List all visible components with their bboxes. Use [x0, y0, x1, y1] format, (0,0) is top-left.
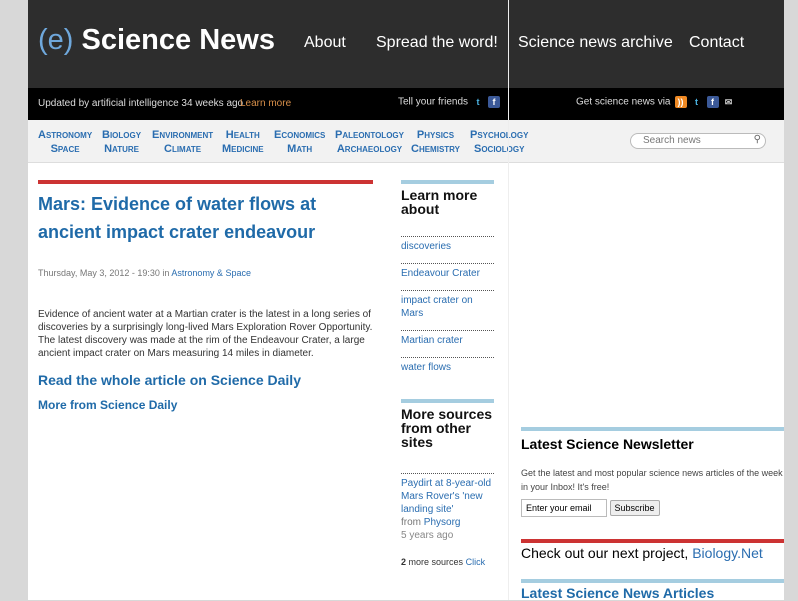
category-link[interactable]: Health: [222, 128, 264, 142]
logo[interactable]: (e) Science News: [38, 24, 275, 57]
category-link[interactable]: Sociology: [470, 142, 528, 156]
right-column: Latest Science Newsletter Get the latest…: [521, 427, 784, 601]
nav-archive[interactable]: Science news archive: [518, 34, 673, 52]
latest-articles-heading[interactable]: Latest Science News Articles: [521, 585, 784, 601]
more-sources-link[interactable]: Click: [466, 557, 486, 567]
category-link[interactable]: Climate: [152, 142, 213, 156]
topic-link[interactable]: Endeavour Crater: [401, 268, 480, 279]
topic-link[interactable]: Martian crater: [401, 335, 463, 346]
category-nav: Astronomy Space Biology Nature Environment…: [28, 120, 784, 163]
category-link[interactable]: Nature: [102, 142, 141, 156]
category-link[interactable]: Medicine: [222, 142, 264, 156]
learn-more-link[interactable]: Learn more: [240, 98, 291, 109]
topic-link[interactable]: water flows: [401, 362, 451, 373]
divider: [401, 180, 494, 184]
category-link[interactable]: Astronomy: [38, 128, 92, 142]
tell-friends-label: Tell your friends: [398, 96, 469, 108]
divider: [521, 427, 784, 431]
divider: [38, 180, 373, 184]
category-link[interactable]: Archaeology: [335, 142, 404, 156]
search-input[interactable]: Search news ⚲: [630, 133, 766, 149]
category-group: Astronomy Space: [38, 128, 92, 156]
divider: [521, 579, 784, 583]
article: Mars: Evidence of water flows at ancient…: [38, 180, 373, 412]
category-group: Paleontology Archaeology: [335, 128, 404, 156]
more-from-link[interactable]: More from Science Daily: [38, 398, 373, 412]
twitter-icon[interactable]: t: [691, 96, 703, 108]
source-age: 5 years ago: [401, 530, 454, 541]
category-group: Environment Climate: [152, 128, 213, 156]
source-name[interactable]: Physorg: [424, 517, 461, 528]
search-icon[interactable]: ⚲: [754, 133, 761, 147]
subscribe-button[interactable]: Subscribe: [609, 500, 660, 516]
learn-more-heading: Learn more about: [401, 187, 478, 217]
category-link[interactable]: Astronomy & Space: [171, 268, 251, 278]
twitter-icon[interactable]: t: [472, 96, 484, 108]
divider: [401, 399, 494, 403]
tell-friends-group: Tell your friends t f: [398, 96, 501, 108]
category-group: Health Medicine: [222, 128, 264, 156]
article-date: Thursday, May 3, 2012 - 19:30 in: [38, 268, 170, 278]
nav-about[interactable]: About: [304, 34, 346, 52]
newsletter-text: Get the latest and most popular science …: [521, 468, 783, 492]
sidebar: Learn more about discoveries Endeavour C…: [401, 180, 494, 567]
facebook-icon[interactable]: f: [706, 96, 719, 108]
article-title[interactable]: Mars: Evidence of water flows at ancient…: [38, 190, 373, 246]
topic-link[interactable]: discoveries: [401, 241, 451, 252]
email-input[interactable]: Enter your email: [521, 499, 607, 517]
category-link[interactable]: Chemistry: [411, 142, 460, 156]
get-news-label: Get science news via: [576, 96, 671, 108]
topic-link[interactable]: impact crater on Mars: [401, 295, 473, 319]
article-body: Evidence of ancient water at a Martian c…: [38, 309, 373, 359]
category-link[interactable]: Math: [274, 142, 325, 156]
category-link[interactable]: Biology: [102, 128, 141, 142]
category-group: Psychology Sociology: [470, 128, 528, 156]
column-divider: [508, 0, 509, 600]
category-link[interactable]: Economics: [274, 128, 325, 142]
nav-spread[interactable]: Spread the word!: [376, 34, 498, 52]
category-link[interactable]: Environment: [152, 128, 213, 142]
facebook-icon[interactable]: f: [488, 96, 501, 108]
page: (e) Science News About Spread the word! …: [28, 0, 784, 601]
category-group: Economics Math: [274, 128, 325, 156]
read-article-link[interactable]: Read the whole article on Science Daily: [38, 372, 373, 388]
more-sources-heading: More sources from other sites: [401, 406, 493, 450]
updated-text: Updated by artificial intelligence 34 we…: [38, 98, 244, 109]
category-link[interactable]: Space: [38, 142, 92, 156]
get-news-group: Get science news via)) t f ✉: [576, 96, 735, 108]
category-group: Physics Chemistry: [411, 128, 460, 156]
category-group: Biology Nature: [102, 128, 141, 156]
category-link[interactable]: Paleontology: [335, 128, 404, 142]
source-link[interactable]: Paydirt at 8-year-old Mars Rover's 'new …: [401, 478, 491, 515]
divider: [521, 539, 784, 543]
info-bar: Updated by artificial intelligence 34 we…: [28, 88, 784, 120]
site-header: (e) Science News About Spread the word! …: [28, 0, 784, 88]
email-icon[interactable]: ✉: [723, 96, 735, 108]
nav-contact[interactable]: Contact: [689, 34, 744, 52]
rss-icon[interactable]: )): [674, 96, 687, 108]
category-link[interactable]: Psychology: [470, 128, 528, 142]
newsletter-heading: Latest Science Newsletter: [521, 436, 694, 452]
biology-net-link[interactable]: Biology.Net: [692, 545, 763, 561]
category-link[interactable]: Physics: [411, 128, 460, 142]
